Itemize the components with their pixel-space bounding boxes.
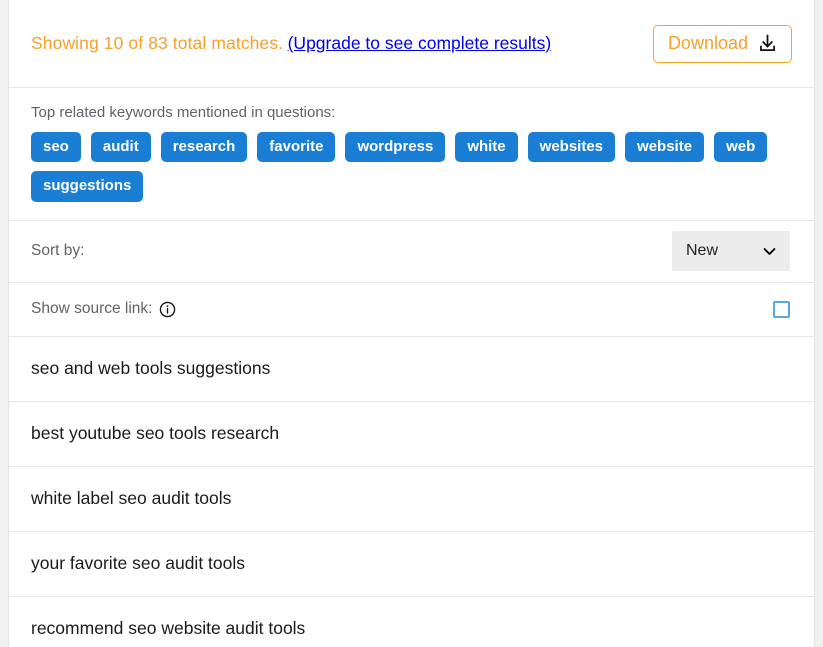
keyword-tag[interactable]: suggestions <box>31 171 144 202</box>
page-background: Showing 10 of 83 total matches. (Upgrade… <box>0 0 823 647</box>
keyword-tag[interactable]: wordpress <box>345 132 446 163</box>
showing-count-label: Showing 10 of 83 total matches. <box>31 33 284 53</box>
result-text: recommend seo website audit tools <box>31 618 306 638</box>
download-icon <box>757 33 778 54</box>
results-card: Showing 10 of 83 total matches. (Upgrade… <box>8 0 815 647</box>
sort-by-label: Sort by: <box>31 242 85 259</box>
results-header: Showing 10 of 83 total matches. (Upgrade… <box>9 0 814 88</box>
result-row[interactable]: white label seo audit tools <box>9 467 814 532</box>
result-text: best youtube seo tools research <box>31 423 280 443</box>
keyword-tag[interactable]: audit <box>90 132 151 163</box>
keyword-tag[interactable]: white <box>455 132 518 163</box>
show-source-link-label-group: Show source link: <box>31 300 176 318</box>
show-source-link-label: Show source link: <box>31 300 153 317</box>
result-row[interactable]: best youtube seo tools research <box>9 402 814 467</box>
related-keywords-section: Top related keywords mentioned in questi… <box>9 88 814 221</box>
result-row[interactable]: seo and web tools suggestions <box>9 337 814 402</box>
download-button[interactable]: Download <box>652 24 792 63</box>
upgrade-link[interactable]: (Upgrade to see complete results) <box>288 33 552 53</box>
result-text: your favorite seo audit tools <box>31 553 246 573</box>
keyword-tag[interactable]: research <box>160 132 248 163</box>
keyword-tag-list: seo audit research favorite wordpress wh… <box>31 132 771 202</box>
keyword-tag[interactable]: websites <box>527 132 616 163</box>
result-text: white label seo audit tools <box>31 488 232 508</box>
result-row[interactable]: your favorite seo audit tools <box>9 532 814 597</box>
chevron-down-icon <box>761 243 778 260</box>
keyword-tag[interactable]: web <box>714 132 768 163</box>
keyword-tag[interactable]: website <box>625 132 705 163</box>
match-count-text: Showing 10 of 83 total matches. (Upgrade… <box>31 33 551 54</box>
related-keywords-title: Top related keywords mentioned in questi… <box>31 104 336 121</box>
sort-row: Sort by: New <box>9 221 814 283</box>
sort-by-selected-value: New <box>686 242 719 259</box>
keyword-tag[interactable]: favorite <box>257 132 336 163</box>
keyword-tag[interactable]: seo <box>31 132 81 163</box>
result-row[interactable]: recommend seo website audit tools <box>9 597 814 647</box>
info-icon[interactable] <box>159 301 176 318</box>
sort-by-select[interactable]: New <box>672 231 790 271</box>
show-source-link-checkbox[interactable] <box>773 300 790 318</box>
show-source-link-row: Show source link: <box>9 283 814 337</box>
download-button-label: Download <box>667 32 748 53</box>
result-text: seo and web tools suggestions <box>31 358 271 378</box>
